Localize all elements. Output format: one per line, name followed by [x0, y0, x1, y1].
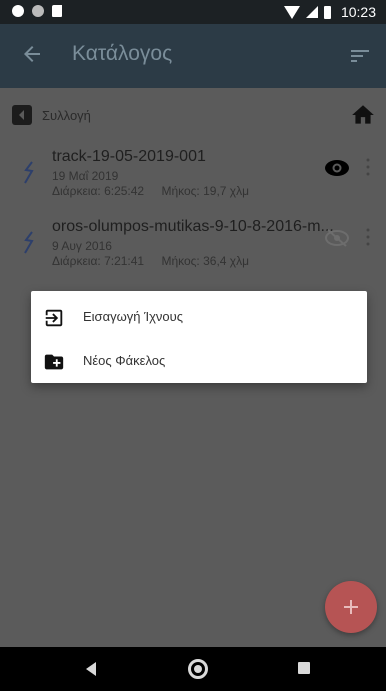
track-date: 19 Μαΐ 2019: [52, 169, 119, 183]
system-nav-bar: [0, 647, 386, 691]
add-fab-button[interactable]: [325, 581, 377, 633]
page-title: Κατάλογος: [72, 42, 173, 65]
breadcrumb-label[interactable]: Συλλογή: [42, 108, 91, 123]
wifi-icon: [283, 5, 300, 19]
status-time: 10:23: [340, 4, 376, 20]
status-bar: 10:23: [0, 0, 386, 24]
list-item[interactable]: oros-olumpos-mutikas-9-10-8-2016-m... 9 …: [0, 210, 386, 276]
nav-recents-icon[interactable]: [298, 662, 310, 674]
add-menu-popup: Εισαγωγή Ίχνους Νέος Φάκελος: [31, 291, 367, 383]
notification-icon: [32, 5, 44, 17]
track-name: track-19-05-2019-001: [52, 148, 206, 165]
track-length: Μήκος: 36,4 χλμ: [161, 254, 250, 268]
track-duration: Διάρκεια: 6:25:42: [52, 184, 145, 198]
app-bar: Κατάλογος: [0, 24, 386, 88]
arrow-left-icon[interactable]: [20, 42, 44, 66]
eye-off-icon[interactable]: [324, 228, 350, 248]
plus-icon: [344, 600, 358, 614]
nav-home-icon[interactable]: [188, 659, 208, 679]
eye-icon[interactable]: [324, 158, 350, 178]
battery-icon: [323, 5, 331, 19]
track-duration: Διάρκεια: 7:21:41: [52, 254, 145, 268]
more-vert-icon[interactable]: [362, 156, 374, 178]
menu-item-new-folder[interactable]: Νέος Φάκελος: [31, 339, 367, 383]
track-name: oros-olumpos-mutikas-9-10-8-2016-m...: [52, 218, 334, 235]
menu-item-label: Εισαγωγή Ίχνους: [83, 309, 184, 324]
back-box-icon[interactable]: [12, 105, 32, 125]
home-icon[interactable]: [350, 102, 376, 128]
signal-icon: [305, 6, 318, 18]
sd-card-icon: [52, 5, 62, 17]
nav-back-icon[interactable]: [86, 662, 96, 676]
menu-item-import-track[interactable]: Εισαγωγή Ίχνους: [31, 295, 367, 339]
new-folder-icon: [44, 354, 64, 370]
track-length: Μήκος: 19,7 χλμ: [161, 184, 250, 198]
menu-item-label: Νέος Φάκελος: [83, 353, 166, 368]
more-vert-icon[interactable]: [362, 226, 374, 248]
hiking-track-icon: [24, 231, 34, 254]
list-item[interactable]: track-19-05-2019-001 19 Μαΐ 2019 Διάρκει…: [0, 140, 386, 206]
track-meta: Διάρκεια: 6:25:42 Μήκος: 19,7 χλμ: [52, 184, 249, 198]
notification-icon: [12, 5, 24, 17]
track-date: 9 Αυγ 2016: [52, 239, 112, 253]
breadcrumb: Συλλογή: [0, 100, 386, 130]
import-icon: [45, 309, 63, 327]
sort-icon[interactable]: [348, 44, 372, 68]
hiking-track-icon: [24, 161, 34, 184]
track-meta: Διάρκεια: 7:21:41 Μήκος: 36,4 χλμ: [52, 254, 249, 268]
